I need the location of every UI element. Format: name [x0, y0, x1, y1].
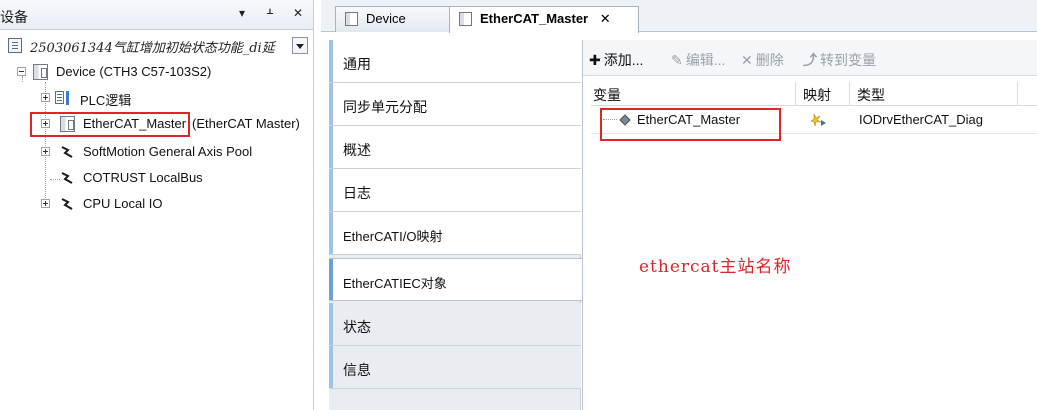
- column-variable[interactable]: 变量: [593, 85, 621, 105]
- panel-title: 设备: [0, 9, 28, 25]
- edit-icon: ✎: [671, 52, 683, 68]
- expand-icon[interactable]: [41, 147, 50, 156]
- goto-label: 转到变量: [820, 52, 876, 68]
- close-panel-icon[interactable]: ✕: [291, 6, 305, 20]
- add-label: 添加...: [603, 52, 644, 68]
- device-tree-panel: 设备 ▾ ᚆ ✕ 2503061344气缸增加初始状态功能_di延 Device…: [0, 0, 314, 410]
- iec-objects-content: ✚ 添加... ✎ 编辑... ✕ 删除 ⤴ 转到变量 变量 映射 类型 EtherCA…: [582, 40, 1037, 410]
- plc-logic-icon: [55, 90, 72, 106]
- document-tab-bar: Device EtherCAT_Master ✕: [321, 0, 1037, 33]
- column-divider[interactable]: [849, 82, 850, 106]
- goto-variable-button[interactable]: ⤴ 转到变量: [803, 50, 876, 70]
- highlight-box-tree: [30, 112, 190, 137]
- edit-label: 编辑...: [685, 52, 726, 68]
- grid-header: 变量 映射 类型: [591, 82, 1037, 106]
- softmotion-icon: [61, 146, 73, 158]
- project-selector[interactable]: 2503061344气缸增加初始状态功能_di延: [0, 36, 312, 56]
- collapse-icon[interactable]: [17, 67, 26, 76]
- panel-menu-dropdown-icon[interactable]: ▾: [235, 6, 249, 20]
- local-io-icon: [61, 198, 73, 210]
- highlight-box-variable: [600, 108, 781, 141]
- variable-type: IODrvEtherCAT_Diag: [859, 112, 984, 127]
- edit-button[interactable]: ✎ 编辑...: [671, 50, 725, 70]
- side-tab-list: 通用 同步单元分配 概述 日志 EtherCATI/O映射 EtherCATIE…: [329, 40, 582, 410]
- tree-item-label: CPU Local IO: [83, 196, 163, 211]
- tree-item-softmotion[interactable]: SoftMotion General Axis Pool: [0, 142, 312, 162]
- panel-controls: ▾ ᚆ ✕: [235, 6, 305, 20]
- localbus-icon: [61, 172, 73, 184]
- tab-io-mapping[interactable]: EtherCATI/O映射: [329, 212, 581, 255]
- delete-label: 删除: [755, 52, 784, 68]
- tree-item-label: SoftMotion General Axis Pool: [83, 144, 253, 159]
- tree-item-device[interactable]: Device (CTH3 C57-103S2): [0, 62, 312, 82]
- project-name: 2503061344气缸增加初始状态功能_di延: [30, 41, 275, 56]
- goto-icon: ⤴: [803, 52, 817, 68]
- column-divider[interactable]: [795, 82, 796, 106]
- tree-item-label: COTRUST LocalBus: [83, 170, 203, 185]
- tree-item-cpu-local-io[interactable]: CPU Local IO: [0, 194, 312, 214]
- column-mapping[interactable]: 映射: [803, 85, 831, 105]
- tree-item-type: (EtherCAT Master): [192, 116, 300, 131]
- mapping-icon[interactable]: [811, 112, 829, 128]
- add-button[interactable]: ✚ 添加...: [589, 50, 643, 70]
- delete-icon: ✕: [741, 52, 753, 68]
- plus-icon: ✚: [589, 52, 601, 68]
- tab-device[interactable]: Device: [335, 6, 453, 32]
- tab-general[interactable]: 通用: [329, 40, 581, 83]
- editor-area: Device EtherCAT_Master ✕ 通用 同步单元分配 概述 日志…: [321, 0, 1037, 410]
- close-icon[interactable]: ✕: [600, 11, 611, 27]
- tab-label: EtherCAT_Master: [480, 11, 589, 26]
- tree-item-localbus[interactable]: COTRUST LocalBus: [0, 168, 312, 188]
- tree-item-label: Device (CTH3 C57-103S2): [56, 64, 212, 79]
- panel-header: 设备 ▾ ᚆ ✕: [0, 0, 313, 30]
- tree-item-plc-logic[interactable]: PLC逻辑: [0, 88, 312, 108]
- tree-item-label: PLC逻辑: [80, 93, 132, 108]
- device-icon: [33, 64, 48, 80]
- device-icon: [459, 12, 472, 26]
- expand-icon[interactable]: [41, 93, 50, 102]
- column-type[interactable]: 类型: [857, 85, 885, 105]
- tab-label: Device: [366, 11, 406, 26]
- toolbar: ✚ 添加... ✎ 编辑... ✕ 删除 ⤴ 转到变量: [583, 40, 1037, 76]
- project-icon: [8, 38, 22, 53]
- tab-status[interactable]: 状态: [329, 303, 581, 346]
- device-icon: [345, 12, 358, 26]
- tab-log[interactable]: 日志: [329, 169, 581, 212]
- chevron-down-icon[interactable]: [292, 37, 308, 54]
- annotation-text: ethercat主站名称: [639, 257, 792, 277]
- tab-ethercat-master[interactable]: EtherCAT_Master ✕: [449, 6, 639, 33]
- tab-sync-unit[interactable]: 同步单元分配: [329, 83, 581, 126]
- pin-icon[interactable]: ᚆ: [263, 6, 277, 20]
- tab-iec-objects[interactable]: EtherCATIEC对象: [329, 258, 582, 301]
- tab-overview[interactable]: 概述: [329, 126, 581, 169]
- column-divider[interactable]: [1017, 82, 1018, 106]
- expand-icon[interactable]: [41, 199, 50, 208]
- delete-button[interactable]: ✕ 删除: [741, 50, 784, 70]
- tab-info[interactable]: 信息: [329, 346, 581, 389]
